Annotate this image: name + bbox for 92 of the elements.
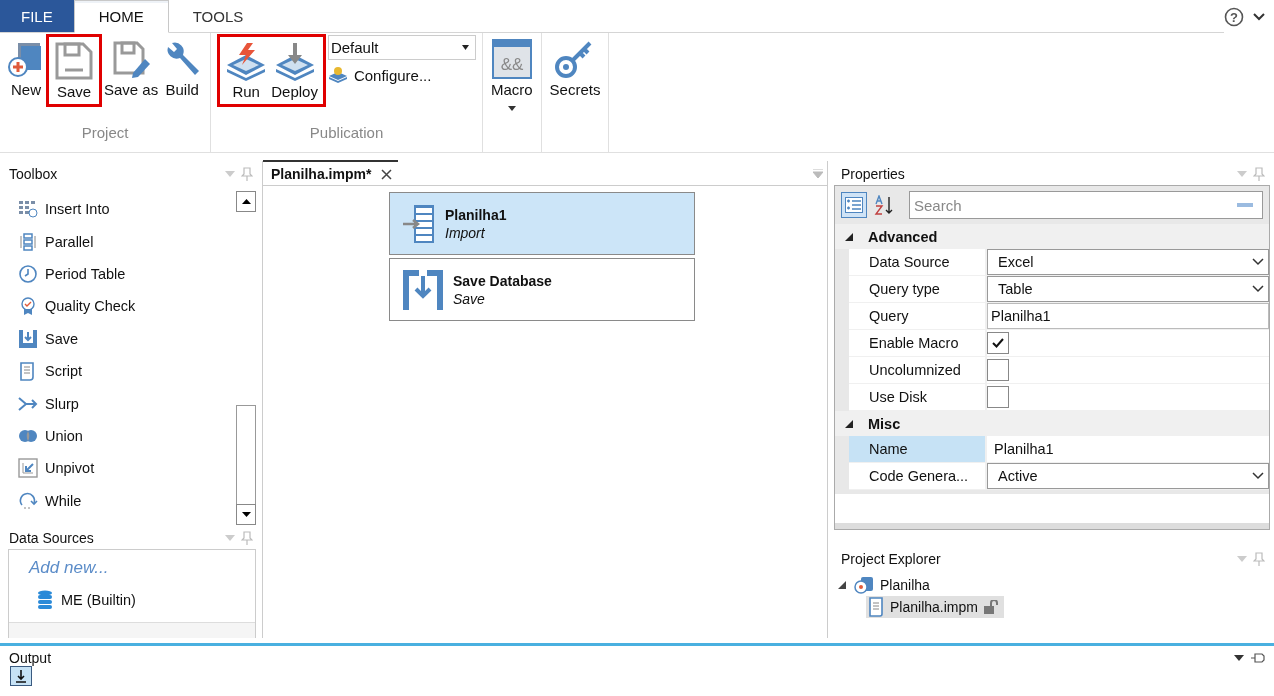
chevron-down-icon — [1252, 258, 1264, 266]
ribbon-button[interactable]: Run — [223, 37, 270, 102]
toolbox-item[interactable]: Save — [0, 322, 236, 355]
caret-icon — [507, 106, 516, 111]
panel-title: Output — [9, 650, 52, 666]
unpivot-icon — [18, 458, 38, 479]
property-name[interactable]: Code Genera... — [849, 463, 987, 489]
ribbon-button[interactable]: New — [6, 35, 46, 100]
toolbox-item[interactable]: Period Table — [0, 257, 236, 291]
minus-icon — [1237, 203, 1253, 207]
caret-icon — [461, 45, 469, 50]
padlock-icon — [983, 600, 1000, 614]
close-icon[interactable] — [381, 168, 393, 180]
save-icon — [18, 328, 38, 349]
layers-bolt-icon — [225, 41, 268, 81]
search-field[interactable]: Search — [909, 191, 1263, 219]
scrollbar[interactable] — [236, 191, 256, 525]
ribbon-group-label: Publication — [308, 124, 385, 143]
ribbon-button[interactable]: Save as — [102, 35, 161, 100]
up-arrow-icon[interactable] — [241, 199, 251, 204]
badge-icon — [18, 296, 38, 317]
parallel-icon — [18, 231, 38, 252]
ribbon-button[interactable]: Save — [52, 37, 96, 102]
scroll-to-end-button[interactable] — [10, 666, 32, 686]
panel-title: Toolbox — [9, 166, 58, 182]
expanded-triangle-icon[interactable] — [845, 232, 853, 241]
categorized-view-button[interactable] — [841, 192, 867, 218]
property-value: Planilha1 — [993, 441, 1054, 457]
clock-icon — [18, 263, 38, 284]
chevron-down-icon — [1252, 472, 1264, 480]
save-icon — [403, 269, 443, 310]
document-tab[interactable]: Planilha.impm* — [263, 160, 399, 186]
layers-down-arrow-icon — [273, 41, 316, 81]
profile-dropdown[interactable]: Default — [327, 35, 476, 60]
node-title: Planilha1 — [445, 206, 507, 223]
dropdown-icon[interactable] — [1234, 655, 1244, 661]
download-arrow-icon — [15, 669, 27, 683]
category-heading: Advanced — [868, 228, 938, 245]
category-heading: Misc — [868, 415, 901, 432]
panel-title: Project Explorer — [841, 551, 941, 567]
toolbox-item[interactable]: Insert Into — [0, 193, 236, 226]
check-icon — [992, 338, 1004, 348]
ribbon-button[interactable]: Deploy — [269, 37, 320, 102]
toolbox-item[interactable]: Slurp — [0, 387, 236, 420]
macro-window-icon: && — [491, 39, 532, 79]
toolbox-item[interactable]: Union — [0, 419, 236, 453]
list-icon — [845, 197, 863, 213]
ribbon-group-label: Project — [80, 124, 130, 143]
while-icon — [18, 490, 38, 511]
toolbox-item[interactable]: Parallel — [0, 225, 236, 258]
tree-item[interactable]: Planilha.impm — [866, 596, 1004, 618]
checkbox[interactable] — [987, 386, 1009, 408]
ribbon-button[interactable]: Build — [160, 35, 205, 100]
toolbox-item[interactable]: Quality Check — [0, 290, 236, 323]
sort-az-icon — [874, 195, 894, 215]
toolbox-item[interactable]: While — [0, 484, 236, 517]
floppy-pen-icon — [111, 39, 152, 79]
flow-node[interactable]: Save Database Save — [389, 258, 695, 321]
panel-title: Data Sources — [9, 530, 94, 546]
down-arrow-icon[interactable] — [241, 512, 251, 517]
checkbox[interactable] — [987, 332, 1009, 354]
node-title: Save Database — [453, 272, 552, 289]
toolbox-item[interactable]: Unpivot — [0, 452, 236, 485]
help-icon[interactable]: ? — [1224, 6, 1244, 27]
panel-title: Properties — [841, 166, 905, 182]
toolbox-item[interactable]: Script — [0, 354, 236, 388]
tree-item[interactable]: Planilha — [852, 575, 934, 595]
dropdown-field[interactable]: Table — [987, 276, 1269, 302]
chevron-down-icon — [1252, 285, 1264, 293]
expanded-triangle-icon[interactable] — [838, 581, 846, 589]
table-import-icon — [403, 203, 435, 244]
configure-button[interactable]: Configure... — [327, 66, 476, 84]
grid-icon — [18, 199, 38, 220]
database-icon — [37, 590, 53, 610]
dropdown-field[interactable]: Excel — [987, 249, 1269, 275]
text-field[interactable]: Planilha1 — [987, 303, 1269, 329]
node-type: Save — [453, 290, 486, 307]
ribbon-button[interactable]: Secrets — [547, 35, 603, 100]
add-new-link[interactable]: Add new... — [9, 550, 255, 584]
pin-icon[interactable] — [1250, 652, 1266, 664]
flow-node[interactable]: Planilha1 Import — [389, 192, 695, 255]
dropdown-field[interactable]: Active — [987, 463, 1269, 489]
expanded-triangle-icon[interactable] — [845, 419, 853, 428]
data-source-item[interactable]: ME (Builtin) — [9, 584, 255, 616]
script-icon — [868, 597, 884, 617]
checkbox[interactable] — [987, 359, 1009, 381]
ribbon-menu-button[interactable]: && Macro — [488, 35, 535, 113]
node-type: Import — [445, 224, 486, 241]
ribbon-tab[interactable]: FILE — [0, 0, 74, 33]
ribbon-tab[interactable]: HOME — [73, 0, 169, 33]
property-name[interactable]: Name — [849, 436, 987, 462]
project-icon — [854, 576, 874, 594]
